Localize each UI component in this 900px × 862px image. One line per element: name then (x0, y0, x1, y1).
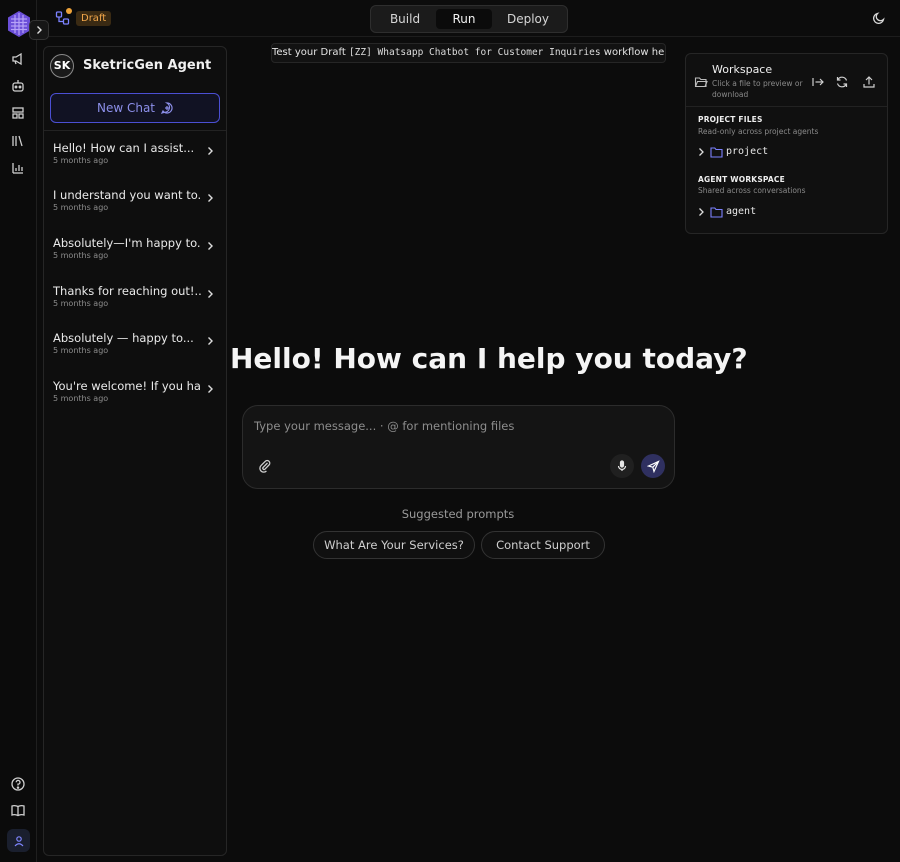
upload-icon[interactable] (862, 75, 876, 89)
paperclip-icon[interactable] (258, 459, 272, 473)
chevron-right-icon (37, 26, 42, 34)
chevron-right-icon (699, 208, 704, 216)
agent-workspace-title: AGENT WORKSPACE (698, 175, 785, 184)
send-icon (646, 459, 660, 473)
banner-suffix: workflow here (603, 47, 665, 58)
chat-history-item[interactable]: Absolutely — happy to... 5 months ago (53, 331, 218, 371)
chat-history-item[interactable]: You're welcome! If you have... 5 months … (53, 379, 218, 419)
folder-label: project (726, 146, 769, 157)
workspace-title: Workspace (712, 63, 773, 76)
microphone-button[interactable] (610, 454, 634, 478)
top-bar: Draft Build Run Deploy (37, 0, 900, 37)
chat-title: Absolutely — happy to... (53, 331, 194, 345)
new-chat-button[interactable]: New Chat (50, 93, 220, 123)
test-draft-banner: Test your Draft [ZZ] Whatsapp Chatbot fo… (271, 43, 666, 63)
project-files-subtitle: Read-only across project agents (698, 127, 819, 136)
tab-deploy[interactable]: Deploy (496, 9, 560, 29)
chat-timestamp: 5 months ago (53, 156, 109, 165)
mode-switcher: Build Run Deploy (370, 5, 568, 33)
banner-prefix: Test your Draft (272, 47, 346, 58)
suggestion-chip-services[interactable]: What Are Your Services? (313, 531, 475, 559)
tree-item-agent[interactable]: agent (696, 205, 876, 219)
workspace-panel: Workspace Click a file to preview or dow… (685, 53, 888, 234)
greeting-heading: Hello! How can I help you today? (230, 342, 748, 375)
new-chat-label: New Chat (96, 101, 156, 115)
chat-timestamp: 5 months ago (53, 394, 109, 403)
chat-history-panel: SK SketricGen Agent New Chat Hello! How … (43, 46, 227, 856)
chat-title: Thanks for reaching out!... (53, 284, 201, 298)
chat-history-item[interactable]: Hello! How can I assist... 5 months ago (53, 141, 218, 181)
tree-item-project[interactable]: project (696, 145, 876, 159)
folder-label: agent (726, 206, 757, 217)
chat-title: I understand you want to... (53, 188, 201, 202)
agent-workspace-subtitle: Shared across conversations (698, 186, 806, 195)
chat-history-item[interactable]: Thanks for reaching out!... 5 months ago (53, 284, 218, 324)
workspace-subtitle: Click a file to preview or download (712, 79, 803, 99)
chevron-right-icon (208, 290, 213, 298)
status-badge: Draft (76, 11, 112, 26)
project-files-title: PROJECT FILES (698, 115, 763, 124)
tab-build[interactable]: Build (375, 9, 435, 29)
refresh-icon[interactable] (835, 75, 849, 89)
user-avatar-button[interactable] (7, 829, 30, 852)
avatar: SK (50, 54, 74, 78)
analytics-icon[interactable] (10, 160, 26, 176)
chevron-right-icon (699, 148, 704, 156)
user-icon (14, 835, 23, 846)
folder-icon (710, 207, 723, 218)
folder-icon (710, 147, 723, 158)
chevron-right-icon (208, 194, 213, 202)
docs-icon[interactable] (10, 802, 26, 818)
chevron-right-icon (208, 337, 213, 345)
chat-history-item[interactable]: I understand you want to... 5 months ago (53, 188, 218, 228)
left-rail (0, 0, 49, 862)
chat-plus-icon (161, 102, 173, 114)
chat-timestamp: 5 months ago (53, 251, 109, 260)
agent-name: SketricGen Agent (83, 58, 212, 73)
chevron-right-icon (208, 147, 213, 155)
folder-open-icon (694, 75, 708, 89)
divider (44, 130, 226, 131)
agent-header: SK SketricGen Agent (50, 54, 220, 78)
help-icon[interactable] (10, 776, 26, 792)
moon-icon[interactable] (872, 11, 886, 25)
microphone-icon (617, 460, 627, 471)
expand-sidebar-button[interactable] (29, 20, 49, 40)
tab-run[interactable]: Run (436, 9, 492, 29)
chat-timestamp: 5 months ago (53, 299, 109, 308)
message-input[interactable] (252, 416, 656, 436)
suggestion-chip-contact-support[interactable]: Contact Support (481, 531, 605, 559)
chevron-right-icon (208, 385, 213, 393)
bot-icon[interactable] (10, 78, 26, 94)
banner-workflow-name: [ZZ] Whatsapp Chatbot for Customer Inqui… (348, 47, 601, 58)
chat-title: Absolutely—I'm happy to... (53, 236, 201, 250)
templates-icon[interactable] (10, 105, 26, 121)
megaphone-icon[interactable] (10, 51, 26, 67)
chat-title: Hello! How can I assist... (53, 141, 195, 155)
unsaved-indicator (66, 8, 72, 14)
divider (686, 106, 887, 107)
send-button[interactable] (641, 454, 665, 478)
chat-history-item[interactable]: Absolutely—I'm happy to... 5 months ago (53, 236, 218, 276)
chat-timestamp: 5 months ago (53, 346, 109, 355)
library-icon[interactable] (10, 133, 26, 149)
message-composer (242, 405, 675, 489)
chat-timestamp: 5 months ago (53, 203, 109, 212)
chevron-right-icon (208, 242, 213, 250)
suggested-prompts-label: Suggested prompts (401, 507, 515, 521)
collapse-panel-icon[interactable] (811, 75, 825, 89)
chat-title: You're welcome! If you have... (53, 379, 201, 393)
